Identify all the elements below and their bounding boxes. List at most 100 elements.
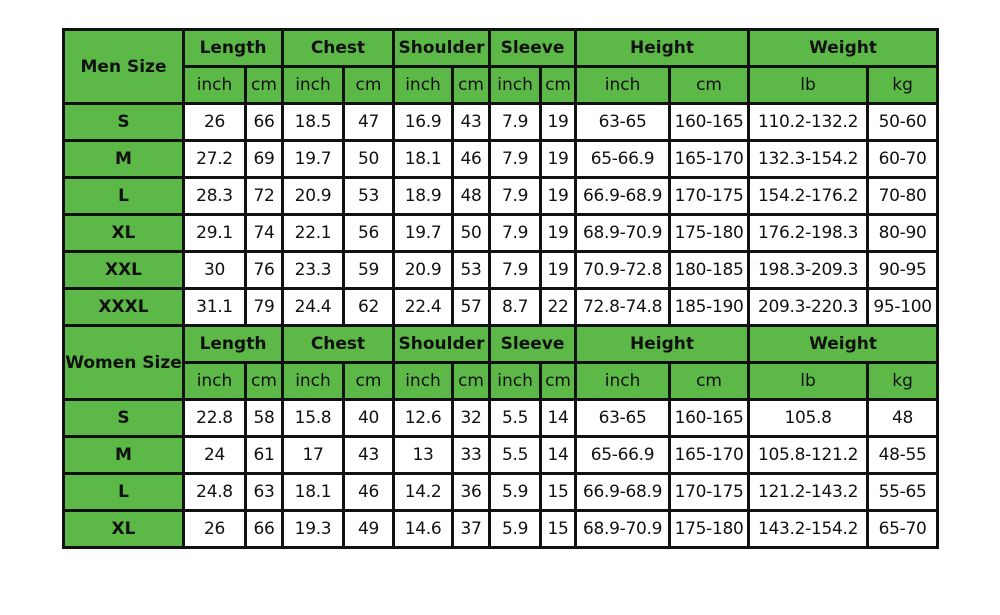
value-cell: 143.2-154.2 <box>747 509 870 549</box>
group-header-shoulder: Shoulder <box>392 28 492 68</box>
value-cell: 14.6 <box>392 509 455 549</box>
value-cell: 48 <box>866 398 940 438</box>
value-cell: 59 <box>341 250 396 290</box>
group-header-height: Height <box>574 28 751 68</box>
group-header-length: Length <box>182 28 284 68</box>
value-cell: 26 <box>182 509 247 549</box>
value-cell: 185-190 <box>668 287 751 327</box>
value-cell: 18.9 <box>392 176 455 216</box>
unit-header: kg <box>866 361 940 401</box>
value-cell: 40 <box>341 398 396 438</box>
unit-header: inch <box>488 65 543 105</box>
value-cell: 175-180 <box>668 213 751 253</box>
value-cell: 198.3-209.3 <box>747 250 870 290</box>
unit-header: inch <box>392 65 455 105</box>
value-cell: 70.9-72.8 <box>574 250 672 290</box>
value-cell: 22.8 <box>182 398 247 438</box>
value-cell: 27.2 <box>182 139 247 179</box>
value-cell: 23.3 <box>281 250 345 290</box>
value-cell: 22 <box>539 287 578 327</box>
value-cell: 76 <box>244 250 284 290</box>
group-header-weight: Weight <box>747 28 940 68</box>
unit-header-row: inch cm inch cm inch cm inch cm inch cm lb kg <box>64 65 940 105</box>
unit-header: inch <box>281 65 345 105</box>
value-cell: 68.9-70.9 <box>574 509 672 549</box>
value-cell: 5.9 <box>488 509 543 549</box>
size-cell: XXXL <box>62 287 185 327</box>
group-header-sleeve: Sleeve <box>488 324 578 364</box>
value-cell: 19 <box>539 213 578 253</box>
value-cell: 16.9 <box>392 102 455 142</box>
value-cell: 18.1 <box>392 139 455 179</box>
unit-header: inch <box>488 361 543 401</box>
size-cell: S <box>62 102 185 142</box>
size-cell: XXL <box>62 250 185 290</box>
table-row: XL 29.1 74 22.1 56 19.7 50 7.9 19 68.9-70.9 175-18… <box>62 213 940 253</box>
value-cell: 49 <box>341 509 396 549</box>
value-cell: 105.8 <box>747 398 870 438</box>
value-cell: 14 <box>539 398 578 438</box>
value-cell: 65-70 <box>866 509 940 549</box>
value-cell: 37 <box>451 509 492 549</box>
unit-header: cm <box>341 361 396 401</box>
unit-header: inch <box>281 361 345 401</box>
value-cell: 7.9 <box>488 213 543 253</box>
size-cell: M <box>62 435 185 475</box>
unit-header-row: inch cm inch cm inch cm inch cm inch cm lb kg <box>64 361 940 401</box>
value-cell: 28.3 <box>182 176 247 216</box>
value-cell: 180-185 <box>668 250 751 290</box>
value-cell: 15.8 <box>281 398 345 438</box>
value-cell: 50-60 <box>866 102 940 142</box>
size-cell: XL <box>62 509 185 549</box>
table-row: S 22.8 58 15.8 40 12.6 32 5.5 14 63-65 160-165 105.… <box>62 398 940 438</box>
value-cell: 80-90 <box>866 213 940 253</box>
size-cell: L <box>62 176 185 216</box>
unit-header: cm <box>244 65 284 105</box>
value-cell: 47 <box>341 102 396 142</box>
value-cell: 50 <box>341 139 396 179</box>
value-cell: 53 <box>451 250 492 290</box>
unit-header: cm <box>341 65 396 105</box>
table-row: XL 26 66 19.3 49 14.6 37 5.9 15 68.9-70.9 175-180 1… <box>62 509 940 549</box>
group-header-chest: Chest <box>280 28 396 68</box>
value-cell: 14 <box>539 435 578 475</box>
value-cell: 31.1 <box>182 287 247 327</box>
value-cell: 63-65 <box>574 398 672 438</box>
value-cell: 14.2 <box>392 472 455 512</box>
table-row: S 26 66 18.5 47 16.9 43 7.9 19 63-65 160-165 110.2-… <box>62 102 940 142</box>
size-cell: M <box>62 139 185 179</box>
value-cell: 7.9 <box>488 176 543 216</box>
value-cell: 65-66.9 <box>574 139 672 179</box>
size-label-header: Women Size <box>62 324 185 401</box>
value-cell: 7.9 <box>488 102 543 142</box>
value-cell: 19.7 <box>281 139 345 179</box>
value-cell: 79 <box>244 287 284 327</box>
value-cell: 170-175 <box>668 176 751 216</box>
value-cell: 74 <box>244 213 284 253</box>
value-cell: 22.4 <box>392 287 455 327</box>
value-cell: 62 <box>341 287 396 327</box>
unit-header: inch <box>392 361 455 401</box>
value-cell: 57 <box>451 287 492 327</box>
value-cell: 58 <box>244 398 284 438</box>
value-cell: 24.4 <box>281 287 345 327</box>
unit-header: lb <box>747 361 870 401</box>
value-cell: 66 <box>244 509 284 549</box>
value-cell: 160-165 <box>668 398 751 438</box>
group-header-sleeve: Sleeve <box>488 28 578 68</box>
value-cell: 53 <box>341 176 396 216</box>
value-cell: 72 <box>244 176 284 216</box>
value-cell: 12.6 <box>392 398 455 438</box>
size-label-header: Men Size <box>62 28 185 105</box>
value-cell: 22.1 <box>281 213 345 253</box>
value-cell: 95-100 <box>866 287 940 327</box>
value-cell: 18.1 <box>281 472 345 512</box>
value-cell: 121.2-143.2 <box>747 472 870 512</box>
value-cell: 15 <box>539 509 578 549</box>
group-header-weight: Weight <box>747 324 940 364</box>
size-cell: L <box>62 472 185 512</box>
group-header-height: Height <box>574 324 751 364</box>
value-cell: 66 <box>244 102 284 142</box>
group-header-length: Length <box>182 324 284 364</box>
value-cell: 55-65 <box>866 472 940 512</box>
